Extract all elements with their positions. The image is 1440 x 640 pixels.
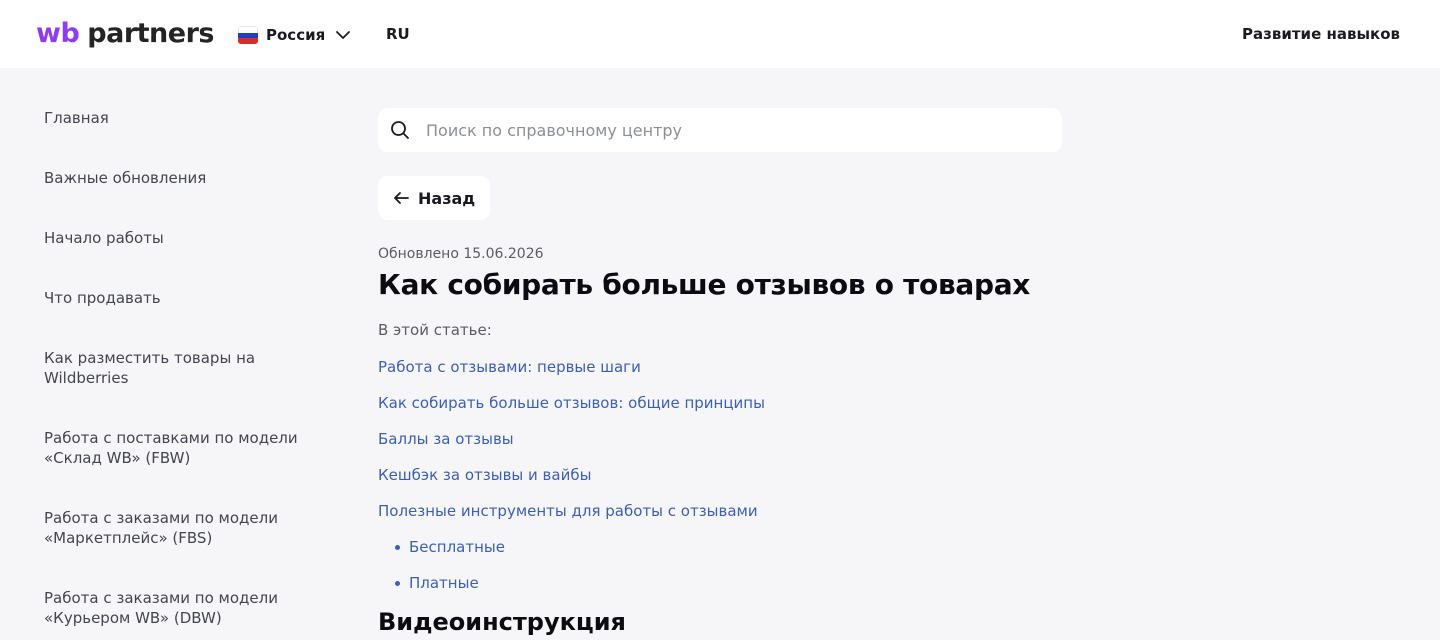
top-bar: wb partners Россия RU Развитие навыков [0, 0, 1440, 68]
toc-link-points[interactable]: Баллы за отзывы [378, 428, 1062, 464]
toc-link-paid-tools[interactable]: Платные [378, 572, 1062, 608]
article-main: Назад Обновлено 15.06.2026 Как собирать … [378, 108, 1062, 636]
search-input[interactable] [426, 120, 1026, 140]
russia-flag-icon [238, 26, 258, 44]
country-label: Россия [266, 26, 326, 44]
sidebar-item-getting-started[interactable]: Начало работы [44, 228, 344, 248]
logo-wb: wb [36, 18, 80, 49]
sidebar-item-what-to-sell[interactable]: Что продавать [44, 288, 344, 308]
arrow-left-icon [394, 192, 409, 204]
toc-link-first-steps[interactable]: Работа с отзывами: первые шаги [378, 356, 1062, 392]
sidebar-item-dbw[interactable]: Работа с заказами по модели «Курьером WB… [44, 588, 344, 628]
back-button[interactable]: Назад [378, 176, 490, 220]
toc-intro: В этой статье: [378, 321, 492, 339]
logo-partners: partners [87, 18, 214, 49]
sidebar-item-home[interactable]: Главная [44, 108, 344, 128]
search-bar[interactable] [378, 108, 1062, 152]
wb-partners-logo[interactable]: wb partners [36, 18, 214, 52]
table-of-contents: Работа с отзывами: первые шаги Как собир… [378, 356, 1062, 608]
updated-date: Обновлено 15.06.2026 [378, 246, 544, 262]
sidebar-item-fbw[interactable]: Работа с поставками по модели «Склад WB»… [44, 428, 344, 468]
article-title: Как собирать больше отзывов о товарах [378, 268, 1031, 301]
language-selector[interactable]: RU [386, 25, 410, 43]
sidebar-item-updates[interactable]: Важные обновления [44, 168, 344, 188]
toc-link-cashback[interactable]: Кешбэк за отзывы и вайбы [378, 464, 1062, 500]
sidebar-nav: Главная Важные обновления Начало работы … [44, 108, 344, 640]
sidebar-item-fbs[interactable]: Работа с заказами по модели «Маркетплейс… [44, 508, 344, 548]
toc-link-tools[interactable]: Полезные инструменты для работы с отзыва… [378, 500, 1062, 536]
skills-development-link[interactable]: Развитие навыков [1242, 25, 1400, 43]
sidebar-item-place-products[interactable]: Как разместить товары на Wildberries [44, 348, 344, 388]
country-selector[interactable]: Россия [238, 22, 351, 48]
video-section-title: Видеоинструкция [378, 608, 626, 636]
toc-link-free-tools[interactable]: Бесплатные [378, 536, 1062, 572]
chevron-down-icon [336, 31, 351, 39]
back-button-label: Назад [418, 188, 476, 208]
toc-link-general-principles[interactable]: Как собирать больше отзывов: общие принц… [378, 392, 1062, 428]
search-icon [391, 121, 409, 139]
